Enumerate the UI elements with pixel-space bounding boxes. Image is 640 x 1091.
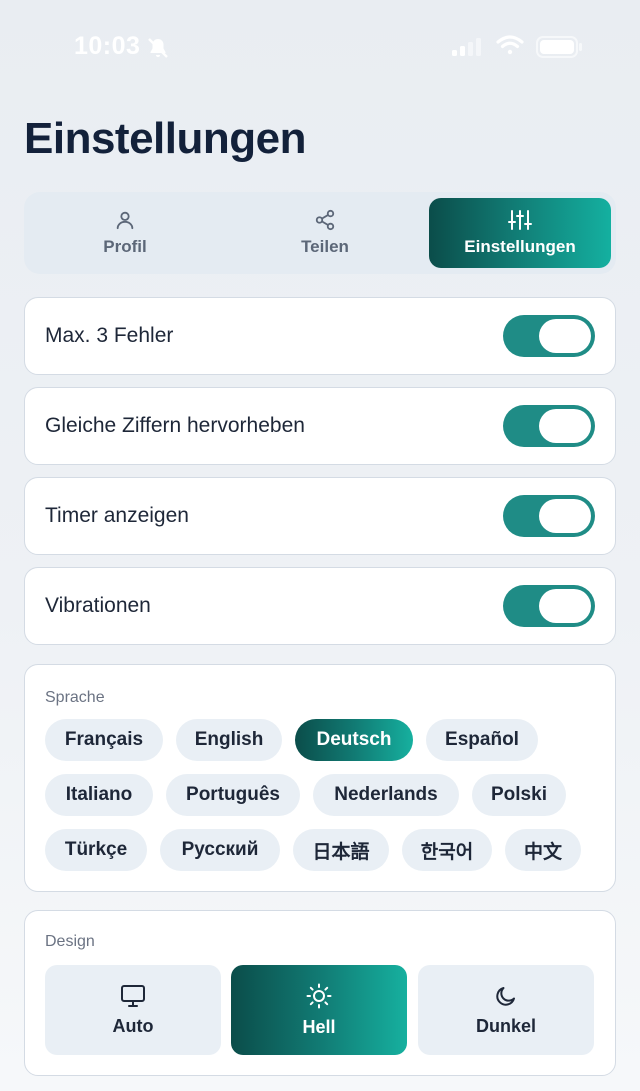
design-section-label: Design [45, 933, 95, 950]
language-chip-russkiy[interactable]: Русский [160, 829, 280, 871]
language-chip-deutsch[interactable]: Deutsch [295, 719, 413, 761]
toggle-knob [539, 499, 591, 533]
sun-icon [306, 983, 332, 1008]
setting-row-timer: Timer anzeigen [24, 477, 616, 555]
language-chip-chinese[interactable]: 中文 [505, 829, 581, 871]
theme-label: Dunkel [475, 1015, 536, 1036]
setting-label: Vibrationen [45, 594, 151, 617]
tab-label: Teilen [301, 237, 349, 256]
battery-icon [536, 36, 584, 63]
language-chip-japanese[interactable]: 日本語 [293, 829, 389, 871]
setting-label: Timer anzeigen [45, 504, 189, 527]
language-card: Sprache Français English Deutsch Español… [24, 664, 616, 892]
sliders-icon [508, 210, 532, 230]
signal-icon [452, 38, 482, 61]
tab-teilen[interactable]: Teilen [230, 198, 420, 268]
theme-hell-button[interactable]: Hell [231, 965, 407, 1055]
tab-einstellungen[interactable]: Einstellungen [429, 198, 611, 268]
language-chip-nederlands[interactable]: Nederlands [313, 774, 459, 816]
theme-label: Auto [112, 1015, 154, 1036]
setting-row-vibrationen: Vibrationen [24, 567, 616, 645]
language-chip-espanol[interactable]: Español [426, 719, 538, 761]
tab-label: Profil [103, 237, 147, 256]
design-card: Design Auto Hell Dunkel [24, 910, 616, 1076]
theme-auto-button[interactable]: Auto [45, 965, 221, 1055]
timer-toggle[interactable] [503, 495, 595, 537]
language-chip-english[interactable]: English [176, 719, 282, 761]
status-time: 10:03 [74, 32, 141, 60]
moon-icon [496, 986, 515, 1006]
language-chip-turkce[interactable]: Türkçe [45, 829, 147, 871]
language-chip-francais[interactable]: Français [45, 719, 163, 761]
setting-row-max-fehler: Max. 3 Fehler [24, 297, 616, 375]
language-chip-korean[interactable]: 한국어 [402, 829, 492, 871]
toggle-knob [539, 409, 591, 443]
gleiche-ziffern-toggle[interactable] [503, 405, 595, 447]
segmented-tab-bar: Profil Teilen Einstellungen [24, 192, 616, 274]
toggle-knob [539, 319, 591, 353]
setting-label: Gleiche Ziffern hervorheben [45, 414, 305, 437]
language-chip-portugues[interactable]: Português [166, 774, 300, 816]
tab-label: Einstellungen [464, 237, 576, 256]
max-fehler-toggle[interactable] [503, 315, 595, 357]
toggle-knob [539, 589, 591, 623]
vibrationen-toggle[interactable] [503, 585, 595, 627]
wifi-icon [496, 34, 524, 61]
language-chip-polski[interactable]: Polski [472, 774, 566, 816]
monitor-icon [121, 984, 145, 1007]
theme-dunkel-button[interactable]: Dunkel [418, 965, 594, 1055]
language-section-label: Sprache [45, 689, 105, 706]
status-bar: 10:03 [0, 0, 640, 96]
setting-label: Max. 3 Fehler [45, 324, 174, 347]
share-icon [315, 209, 335, 231]
bell-muted-icon [146, 36, 170, 60]
theme-label: Hell [302, 1016, 336, 1037]
language-chip-italiano[interactable]: Italiano [45, 774, 153, 816]
person-icon [116, 211, 134, 230]
setting-row-gleiche-ziffern: Gleiche Ziffern hervorheben [24, 387, 616, 465]
page-title: Einstellungen [24, 114, 306, 163]
tab-profil[interactable]: Profil [30, 198, 220, 268]
